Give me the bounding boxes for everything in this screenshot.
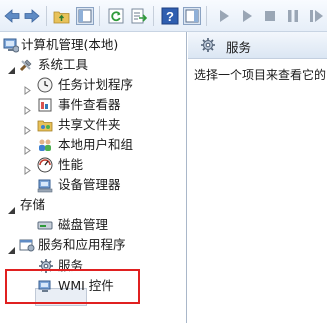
gear-icon xyxy=(200,37,216,56)
expanded-triangle-icon[interactable] xyxy=(7,241,16,254)
tree-label: 事件查看器 xyxy=(58,97,121,112)
performance-icon xyxy=(37,157,53,173)
tree-item-local-users-groups[interactable]: 本地用户和组 xyxy=(0,135,187,155)
show-hide-action-pane-icon[interactable] xyxy=(183,7,201,25)
clock-icon xyxy=(37,77,53,93)
up-folder-icon[interactable] xyxy=(53,7,71,25)
expanded-triangle-icon[interactable] xyxy=(7,201,16,214)
event-viewer-icon xyxy=(37,97,53,113)
collapsed-triangle-icon[interactable] xyxy=(23,161,32,175)
tree-label: 存储 xyxy=(20,197,46,212)
tree-item-performance[interactable]: 性能 xyxy=(0,155,187,175)
tree-item-event-viewer[interactable]: 事件查看器 xyxy=(0,95,187,115)
tree-label: 任务计划程序 xyxy=(58,77,134,92)
tree-label: 共享文件夹 xyxy=(58,117,121,132)
tree-item-storage[interactable]: 存储 xyxy=(0,195,187,215)
tree-item-task-scheduler[interactable]: 任务计划程序 xyxy=(0,75,187,95)
shared-folder-icon xyxy=(37,117,53,133)
help-icon[interactable]: ? xyxy=(161,7,179,25)
tree-label: 计算机管理(本地) xyxy=(21,37,119,52)
back-arrow-icon[interactable] xyxy=(3,7,21,25)
annotation-highlight-box xyxy=(5,269,140,304)
collapsed-triangle-icon[interactable] xyxy=(23,141,32,155)
stop-service-icon[interactable] xyxy=(261,7,279,25)
right-pane-title: 服务 xyxy=(226,40,252,55)
export-list-icon[interactable] xyxy=(130,7,148,25)
collapsed-triangle-icon[interactable] xyxy=(23,101,32,115)
device-manager-icon xyxy=(37,177,53,193)
toolbar-separator xyxy=(46,6,47,26)
tree-label: 本地用户和组 xyxy=(58,137,134,152)
start-service-icon[interactable] xyxy=(238,7,256,25)
toolbar-separator xyxy=(206,6,207,26)
toolbar-separator xyxy=(153,6,154,26)
users-icon xyxy=(37,137,53,153)
collapsed-triangle-icon[interactable] xyxy=(23,121,32,135)
services-applications-icon xyxy=(19,237,35,253)
tree-item-disk-management[interactable]: 磁盘管理 xyxy=(0,215,187,235)
start-service-icon[interactable] xyxy=(215,7,233,25)
svg-text:?: ? xyxy=(166,9,174,24)
toolbar: ? xyxy=(0,0,327,32)
console-tree: 计算机管理(本地) 系统工具 任务计划程序 事件查看器 共享文件夹 本地用户和组… xyxy=(0,32,187,323)
toolbar-separator xyxy=(99,6,100,26)
resume-service-icon[interactable] xyxy=(307,7,325,25)
disk-management-icon xyxy=(37,217,53,233)
tree-item-services-applications[interactable]: 服务和应用程序 xyxy=(0,235,187,255)
collapsed-triangle-icon[interactable] xyxy=(23,81,32,95)
right-pane-prompt: 选择一个项目来查看它的 xyxy=(194,68,327,82)
tree-item-shared-folders[interactable]: 共享文件夹 xyxy=(0,115,187,135)
expanded-triangle-icon[interactable] xyxy=(7,61,16,74)
tree-label: 磁盘管理 xyxy=(58,217,109,232)
refresh-icon[interactable] xyxy=(107,7,125,25)
tree-item-system-tools[interactable]: 系统工具 xyxy=(0,55,187,75)
tree-label: 服务和应用程序 xyxy=(38,237,126,252)
tree-label: 设备管理器 xyxy=(58,177,121,192)
pause-service-icon[interactable] xyxy=(284,7,302,25)
tree-label: 性能 xyxy=(58,157,84,172)
tree-item-device-manager[interactable]: 设备管理器 xyxy=(0,175,187,195)
show-hide-tree-icon[interactable] xyxy=(76,7,94,25)
right-pane-header: 服务 xyxy=(188,32,327,59)
tree-label: 系统工具 xyxy=(38,57,89,72)
computer-management-icon xyxy=(3,37,20,53)
right-pane-body: 选择一个项目来查看它的 xyxy=(188,59,327,323)
tree-item-computer-management[interactable]: 计算机管理(本地) xyxy=(0,35,187,55)
forward-arrow-icon[interactable] xyxy=(23,7,41,25)
tools-icon xyxy=(18,57,34,73)
